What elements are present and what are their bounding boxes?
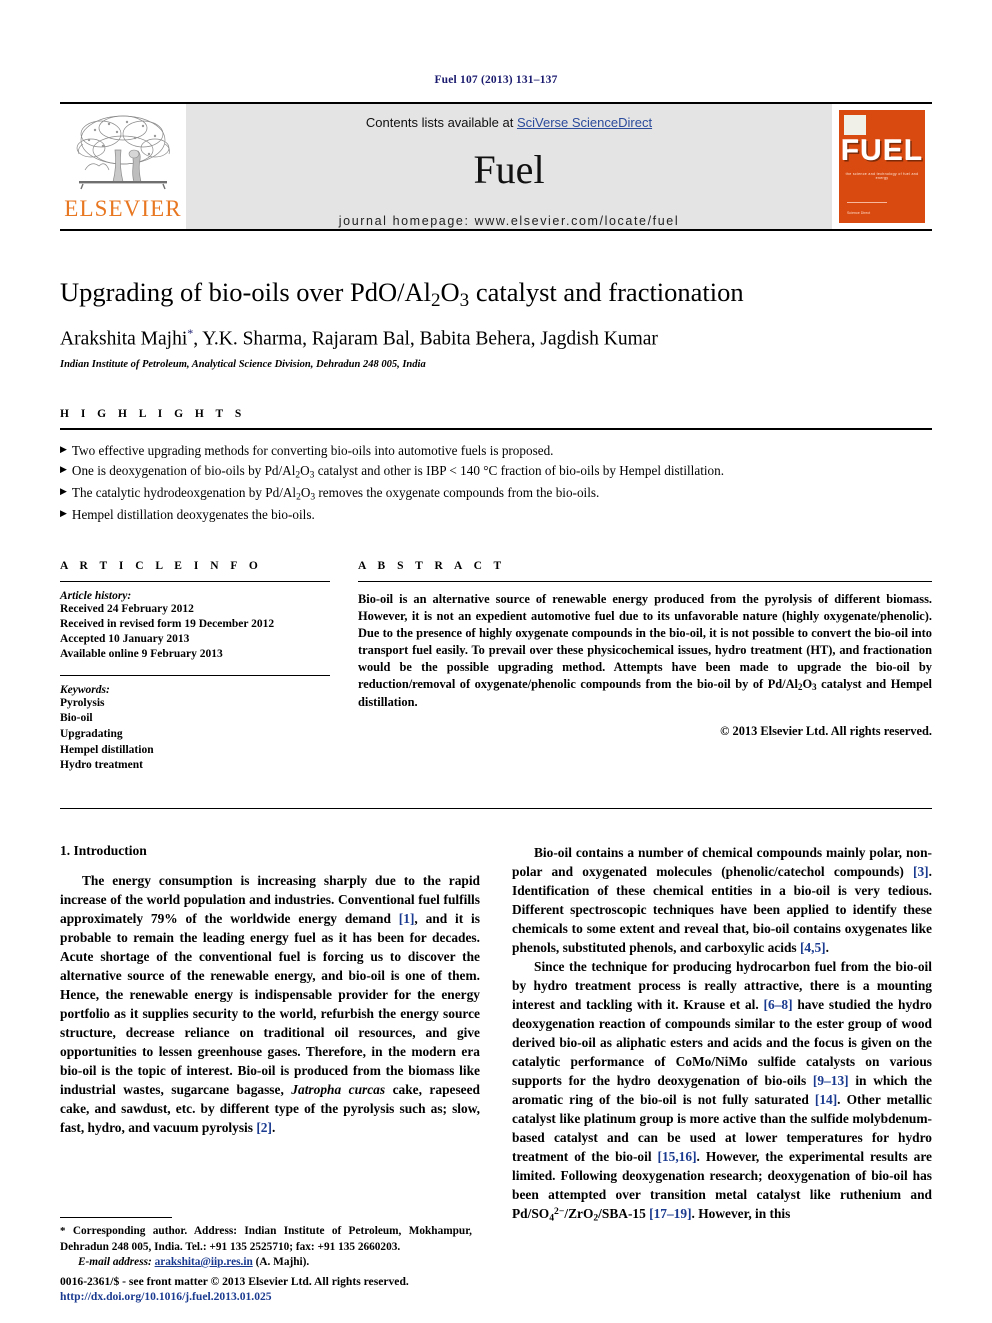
- highlight-text: Two effective upgrading methods for conv…: [71, 443, 554, 459]
- author-list: Arakshita Majhi*, Y.K. Sharma, Rajaram B…: [60, 326, 932, 351]
- footnote-text: * Corresponding author. Address: Indian …: [60, 1224, 472, 1270]
- affiliation: Indian Institute of Petroleum, Analytica…: [60, 359, 426, 371]
- triangle-right-icon: ▶: [60, 485, 67, 496]
- cover-bottom-text: Science Direct: [847, 211, 871, 216]
- highlight-item: ▶ Hempel distillation deoxygenates the b…: [60, 505, 932, 524]
- title-segment-after: catalyst and fractionation: [469, 277, 744, 307]
- cover-subtitle: the science and technology of fuel and e…: [845, 172, 919, 180]
- running-head: Fuel 107 (2013) 131–137: [434, 74, 558, 86]
- elsevier-logo: ELSEVIER: [60, 104, 186, 229]
- body-columns: 1. Introduction The energy consumption i…: [60, 843, 932, 1226]
- keyword-item: Hydro treatment: [60, 759, 143, 772]
- paper-page: Fuel 107 (2013) 131–137 ELSEVIER Content…: [0, 0, 992, 1323]
- elsevier-wordmark: ELSEVIER: [64, 196, 182, 221]
- masthead-center: Contents lists available at SciVerse Sci…: [186, 104, 832, 229]
- author-rest: , Y.K. Sharma, Rajaram Bal, Babita Beher…: [193, 328, 658, 350]
- cover-image: FUEL the science and technology of fuel …: [839, 110, 925, 223]
- abstract-column: A B S T R A C T Bio-oil is an alternativ…: [350, 560, 932, 774]
- abstract-text: Bio-oil is an alternative source of rene…: [358, 591, 932, 709]
- highlight-item: ▶ One is deoxygenation of bio-oils by Pd…: [60, 461, 932, 483]
- keyword-item: Hempel distillation: [60, 743, 154, 756]
- abstract-copyright: © 2013 Elsevier Ltd. All rights reserved…: [720, 723, 932, 738]
- highlights-heading: H I G H L I G H T S: [60, 408, 246, 421]
- article-info-column: A R T I C L E I N F O Article history: R…: [60, 560, 350, 774]
- highlight-text: Hempel distillation deoxygenates the bio…: [71, 507, 315, 523]
- info-abstract-row: A R T I C L E I N F O Article history: R…: [60, 560, 932, 774]
- section-heading-introduction: 1. Introduction: [60, 842, 147, 858]
- abstract-heading: A B S T R A C T: [358, 559, 506, 572]
- contents-available-line: Contents lists available at SciVerse Sci…: [366, 115, 652, 130]
- triangle-right-icon: ▶: [60, 444, 67, 455]
- keyword-item: Bio-oil: [60, 712, 93, 725]
- triangle-right-icon: ▶: [60, 463, 67, 474]
- sciencedirect-link[interactable]: SciVerse ScienceDirect: [517, 115, 652, 130]
- imprint-block: 0016-2361/$ - see front matter © 2013 El…: [60, 1274, 409, 1305]
- journal-masthead: ELSEVIER Contents lists available at Sci…: [60, 102, 932, 231]
- title-subscript-1: 2: [430, 289, 441, 311]
- highlight-text: The catalytic hydrodeoxgenation by Pd/Al…: [71, 484, 600, 503]
- cover-title: FUEL: [840, 134, 924, 167]
- highlights-list: ▶ Two effective upgrading methods for co…: [60, 441, 932, 524]
- keyword-item: Upgradating: [60, 728, 123, 740]
- article-history-item: Received 24 February 2012: [60, 602, 194, 615]
- body-right-column: Bio-oil contains a number of chemical co…: [512, 843, 932, 1226]
- article-history-label: Article history:: [60, 589, 132, 602]
- journal-homepage-line[interactable]: journal homepage: www.elsevier.com/locat…: [339, 214, 679, 228]
- keywords-divider: [60, 674, 330, 676]
- page-title: Upgrading of bio-oils over PdO/Al2O3 cat…: [60, 277, 932, 313]
- article-info-divider: [60, 580, 330, 582]
- article-history-item: Received in revised form 19 December 201…: [60, 617, 275, 630]
- body-paragraph: Since the technique for producing hydroc…: [512, 959, 933, 1224]
- body-left-column: 1. Introduction The energy consumption i…: [60, 843, 480, 1226]
- keywords-label: Keywords:: [60, 683, 110, 696]
- article-info-heading: A R T I C L E I N F O: [60, 559, 263, 572]
- keyword-item: Pyrolysis: [60, 696, 105, 709]
- corresponding-author-footnote: * Corresponding author. Address: Indian …: [60, 1217, 472, 1270]
- body-top-divider: [60, 807, 932, 809]
- imprint-line: 0016-2361/$ - see front matter © 2013 El…: [60, 1274, 409, 1288]
- body-paragraph: The energy consumption is increasing sha…: [60, 872, 480, 1136]
- contents-prefix-text: Contents lists available at: [365, 115, 517, 130]
- title-segment-before: Upgrading of bio-oils over PdO/Al: [60, 277, 431, 307]
- highlights-section: H I G H L I G H T S ▶ Two effective upgr…: [60, 408, 932, 524]
- footnote-email-line: E-mail address: arakshita@iip.res.in (A.…: [60, 1255, 472, 1270]
- article-history-item: Available online 9 February 2013: [60, 648, 223, 661]
- journal-cover-thumbnail: FUEL the science and technology of fuel …: [832, 104, 932, 229]
- cover-divider: [847, 202, 887, 203]
- highlight-item: ▶ The catalytic hydrodeoxgenation by Pd/…: [60, 483, 932, 505]
- highlights-divider: [60, 428, 932, 431]
- highlight-text: One is deoxygenation of bio-oils by Pd/A…: [71, 462, 725, 480]
- footnote-address: * Corresponding author. Address: Indian …: [60, 1225, 472, 1253]
- email-address-label: E-mail address:: [78, 1255, 152, 1268]
- article-history-item: Accepted 10 January 2013: [60, 633, 190, 646]
- elsevier-tree-icon: [76, 115, 170, 190]
- highlight-item: ▶ Two effective upgrading methods for co…: [60, 441, 932, 460]
- doi-link[interactable]: http://dx.doi.org/10.1016/j.fuel.2013.01…: [60, 1289, 409, 1305]
- title-segment-mid: O: [440, 277, 460, 307]
- footnote-divider: [60, 1217, 172, 1219]
- body-paragraph: Bio-oil contains a number of chemical co…: [512, 844, 932, 956]
- title-block: Upgrading of bio-oils over PdO/Al2O3 cat…: [60, 277, 932, 370]
- author-first: Arakshita Majhi: [60, 328, 188, 350]
- title-subscript-2: 3: [459, 289, 470, 311]
- abstract-divider: [358, 580, 932, 582]
- journal-title: Fuel: [473, 147, 545, 192]
- triangle-right-icon: ▶: [60, 508, 67, 519]
- email-owner: (A. Majhi).: [255, 1255, 310, 1268]
- cover-elsevier-mark-icon: [844, 115, 866, 135]
- email-link[interactable]: arakshita@iip.res.in: [155, 1256, 253, 1268]
